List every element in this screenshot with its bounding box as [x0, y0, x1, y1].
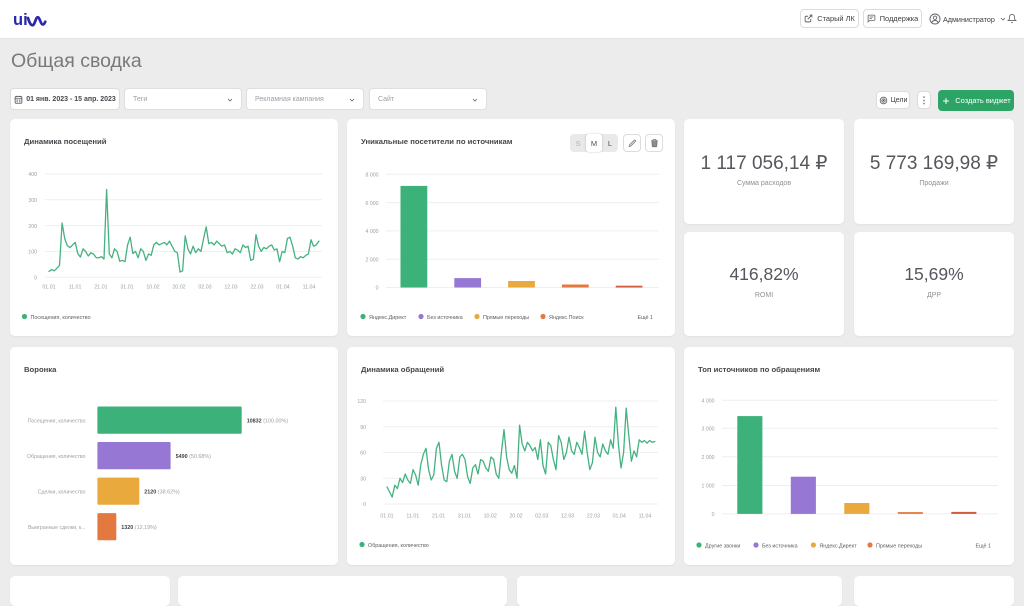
svg-text:01.04: 01.04 — [613, 513, 626, 519]
svg-text:200: 200 — [28, 224, 37, 230]
svg-text:31.01: 31.01 — [458, 513, 471, 519]
svg-text:Ещё 1: Ещё 1 — [975, 543, 991, 549]
svg-text:8 000: 8 000 — [366, 173, 379, 179]
svg-text:300: 300 — [28, 198, 37, 204]
svg-text:2120 (38.62%): 2120 (38.62%) — [144, 490, 180, 496]
svg-text:02.03: 02.03 — [198, 285, 211, 291]
svg-text:11.04: 11.04 — [639, 513, 652, 519]
svg-text:100: 100 — [28, 250, 37, 256]
svg-text:20.02: 20.02 — [509, 513, 522, 519]
svg-text:12.03: 12.03 — [561, 513, 574, 519]
svg-text:Обращения, количество: Обращения, количество — [27, 454, 86, 460]
svg-text:400: 400 — [28, 172, 37, 178]
svg-text:0: 0 — [712, 512, 715, 518]
svg-text:Посещения, количество: Посещения, количество — [31, 315, 91, 321]
svg-text:21.01: 21.01 — [94, 285, 107, 291]
svg-text:2 000: 2 000 — [366, 257, 379, 263]
svg-text:10.02: 10.02 — [484, 513, 497, 519]
svg-text:30: 30 — [360, 477, 366, 483]
svg-text:120: 120 — [357, 399, 366, 405]
svg-text:Без источника: Без источника — [762, 543, 798, 549]
svg-text:11.04: 11.04 — [303, 285, 316, 291]
svg-text:Сделки, количество: Сделки, количество — [38, 489, 86, 495]
svg-text:Яндекс.Директ: Яндекс.Директ — [369, 315, 407, 321]
svg-text:Другие звонки: Другие звонки — [705, 543, 740, 549]
svg-text:12.03: 12.03 — [224, 285, 237, 291]
svg-text:Прямые переходы: Прямые переходы — [483, 315, 529, 321]
svg-text:0: 0 — [363, 502, 366, 508]
svg-text:4 000: 4 000 — [366, 229, 379, 235]
svg-text:Посещения, количество: Посещения, количество — [28, 418, 86, 424]
svg-text:Выигранные сделки, к...: Выигранные сделки, к... — [28, 525, 86, 531]
svg-text:10832 (100.00%): 10832 (100.00%) — [247, 419, 289, 425]
svg-text:21.01: 21.01 — [432, 513, 445, 519]
svg-text:31.01: 31.01 — [120, 285, 133, 291]
svg-text:22.03: 22.03 — [587, 513, 600, 519]
svg-text:60: 60 — [360, 451, 366, 457]
svg-text:01.01: 01.01 — [42, 285, 55, 291]
svg-text:22.03: 22.03 — [250, 285, 263, 291]
svg-text:01.04: 01.04 — [276, 285, 289, 291]
svg-text:Ещё 1: Ещё 1 — [637, 315, 653, 321]
svg-text:3 000: 3 000 — [702, 426, 715, 432]
svg-text:1320 (12.19%): 1320 (12.19%) — [121, 525, 157, 531]
svg-text:4 000: 4 000 — [702, 398, 715, 404]
svg-text:Яндекс.Поиск: Яндекс.Поиск — [549, 315, 584, 321]
svg-text:01.01: 01.01 — [380, 513, 393, 519]
svg-text:Без источника: Без источника — [427, 315, 463, 321]
svg-text:ui: ui — [13, 11, 28, 29]
svg-text:11.01: 11.01 — [406, 513, 419, 519]
svg-text:90: 90 — [360, 425, 366, 431]
svg-text:6 000: 6 000 — [366, 201, 379, 207]
svg-text:5490 (50.68%): 5490 (50.68%) — [176, 454, 212, 460]
svg-text:02.03: 02.03 — [535, 513, 548, 519]
svg-text:10.02: 10.02 — [146, 285, 159, 291]
svg-text:2 000: 2 000 — [702, 455, 715, 461]
svg-text:0: 0 — [376, 286, 379, 292]
svg-text:Прямые переходы: Прямые переходы — [876, 543, 922, 549]
svg-text:Обращения, количество: Обращения, количество — [368, 543, 429, 549]
svg-text:20.02: 20.02 — [172, 285, 185, 291]
svg-text:Яндекс.Директ: Яндекс.Директ — [819, 543, 857, 549]
svg-text:1 000: 1 000 — [702, 484, 715, 490]
svg-text:0: 0 — [34, 275, 37, 281]
svg-text:11.01: 11.01 — [69, 285, 82, 291]
